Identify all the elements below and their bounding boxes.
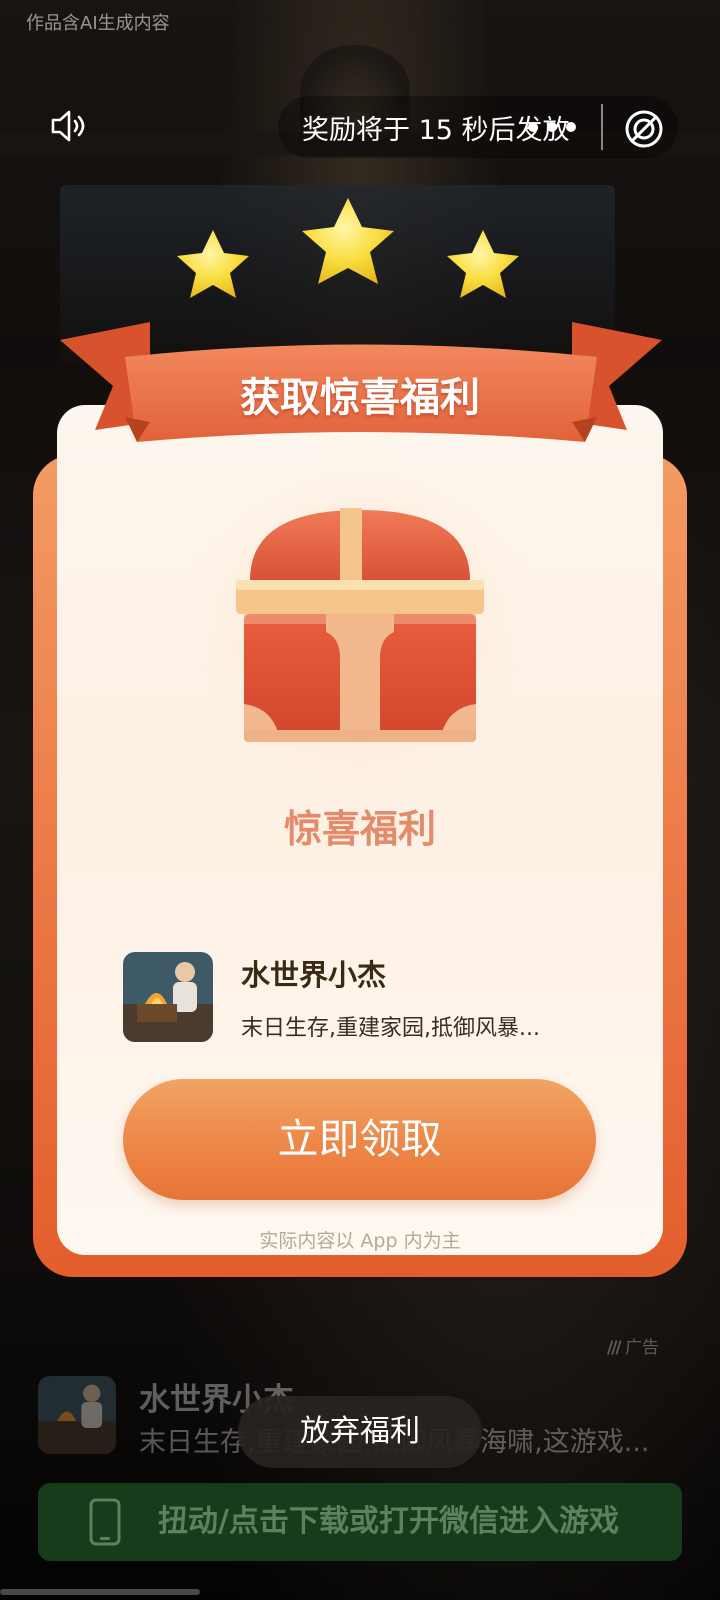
sound-toggle-button[interactable] bbox=[44, 104, 92, 148]
more-options-button[interactable] bbox=[516, 104, 588, 150]
pill-divider bbox=[601, 104, 603, 150]
phone-icon bbox=[89, 1498, 121, 1546]
claim-now-label: 立即领取 bbox=[277, 1115, 442, 1163]
download-button[interactable]: 扭动/点击下载或打开微信进入游戏 bbox=[38, 1483, 682, 1561]
close-circle-icon bbox=[625, 110, 663, 148]
close-ad-button[interactable] bbox=[622, 107, 666, 151]
ad-app-icon[interactable] bbox=[38, 1376, 116, 1454]
star-icon bbox=[177, 230, 249, 298]
ad-badge-label: 广告 bbox=[625, 1338, 660, 1358]
claim-now-button[interactable]: 立即领取 bbox=[123, 1079, 596, 1200]
home-indicator bbox=[0, 1589, 200, 1595]
game-artwork bbox=[38, 1376, 116, 1454]
disclaimer-text: 实际内容以 App 内为主 bbox=[259, 1230, 461, 1252]
game-artwork bbox=[123, 952, 213, 1042]
app-icon[interactable] bbox=[123, 952, 213, 1042]
reward-ad-screen: 作品含AI生成内容 奖励将于 15 秒后发放 获取惊喜福利 惊喜福利 水世界小杰… bbox=[0, 0, 720, 1600]
ad-badge: /// 广告 bbox=[607, 1333, 659, 1358]
treasure-chest-icon bbox=[175, 445, 545, 800]
speaker-icon bbox=[51, 110, 85, 142]
app-name[interactable]: 水世界小杰 bbox=[241, 952, 386, 994]
ai-content-notice: 作品含AI生成内容 bbox=[26, 13, 170, 34]
surprise-title: 惊喜福利 bbox=[283, 807, 436, 851]
download-label: 扭动/点击下载或打开微信进入游戏 bbox=[158, 1504, 619, 1539]
stars-decoration bbox=[177, 198, 519, 298]
ad-logo-icon: /// bbox=[607, 1338, 622, 1358]
star-icon bbox=[302, 198, 394, 284]
app-description: 末日生存,重建家园,抵御风暴... bbox=[241, 1016, 540, 1041]
star-icon bbox=[447, 230, 519, 298]
give-up-button[interactable]: 放弃福利 bbox=[238, 1396, 482, 1468]
give-up-label: 放弃福利 bbox=[300, 1414, 420, 1449]
ribbon-title: 获取惊喜福利 bbox=[240, 375, 480, 421]
